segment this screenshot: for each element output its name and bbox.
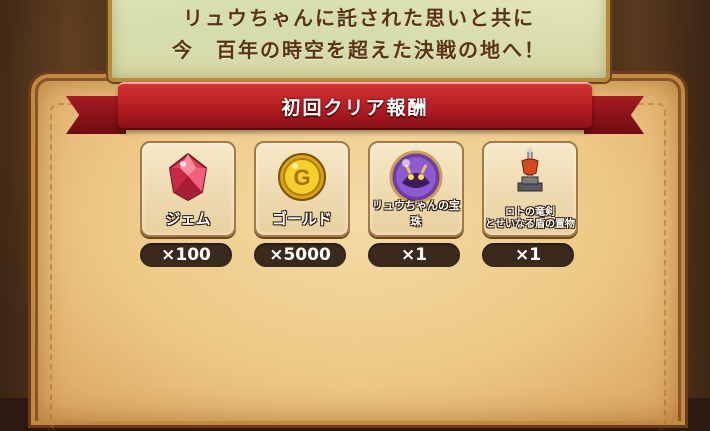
- reward-item-figurine[interactable]: ロトの竜剣 とせいなる盾の置物 ×1: [482, 141, 578, 267]
- gem-icon: [168, 152, 208, 202]
- reward-name: ジェム: [165, 210, 211, 228]
- reward-tile[interactable]: G ゴールド: [254, 141, 350, 237]
- reward-name: ゴールド: [271, 210, 332, 228]
- first-clear-reward-banner: 初回クリア報酬: [118, 82, 592, 130]
- sword-shield-figurine-icon: [517, 147, 543, 192]
- reward-name-line-2: とせいなる盾の置物: [485, 219, 575, 230]
- reward-quantity: ×5000: [254, 243, 346, 267]
- story-line-1: リュウちゃんに託された思いと共に: [183, 6, 535, 30]
- gold-coin-icon: G: [278, 153, 326, 201]
- story-line-2: 今 百年の時空を超えた決戦の地へ！: [172, 38, 546, 62]
- reward-item-gem[interactable]: ジェム ×100: [140, 141, 236, 267]
- reward-tile[interactable]: ジェム: [140, 141, 236, 237]
- reward-tile[interactable]: リュウちゃんの宝珠: [368, 141, 464, 237]
- reward-item-gold[interactable]: G ゴールド ×5000: [254, 141, 350, 267]
- story-message-card: リュウちゃんに託された思いと共に 今 百年の時空を超えた決戦の地へ！: [108, 0, 610, 82]
- reward-quantity: ×100: [140, 243, 232, 267]
- reward-quantity: ×1: [482, 243, 574, 267]
- reward-quantity: ×1: [368, 243, 460, 267]
- reward-tile[interactable]: ロトの竜剣 とせいなる盾の置物: [482, 141, 578, 237]
- reward-item-orb[interactable]: リュウちゃんの宝珠 ×1: [368, 141, 464, 267]
- reward-name-line-1: ロトの竜剣: [505, 207, 555, 218]
- reward-name: リュウちゃんの宝珠: [372, 199, 460, 228]
- banner-title: 初回クリア報酬: [281, 96, 429, 119]
- reward-name: ロトの竜剣 とせいなる盾の置物: [484, 207, 576, 231]
